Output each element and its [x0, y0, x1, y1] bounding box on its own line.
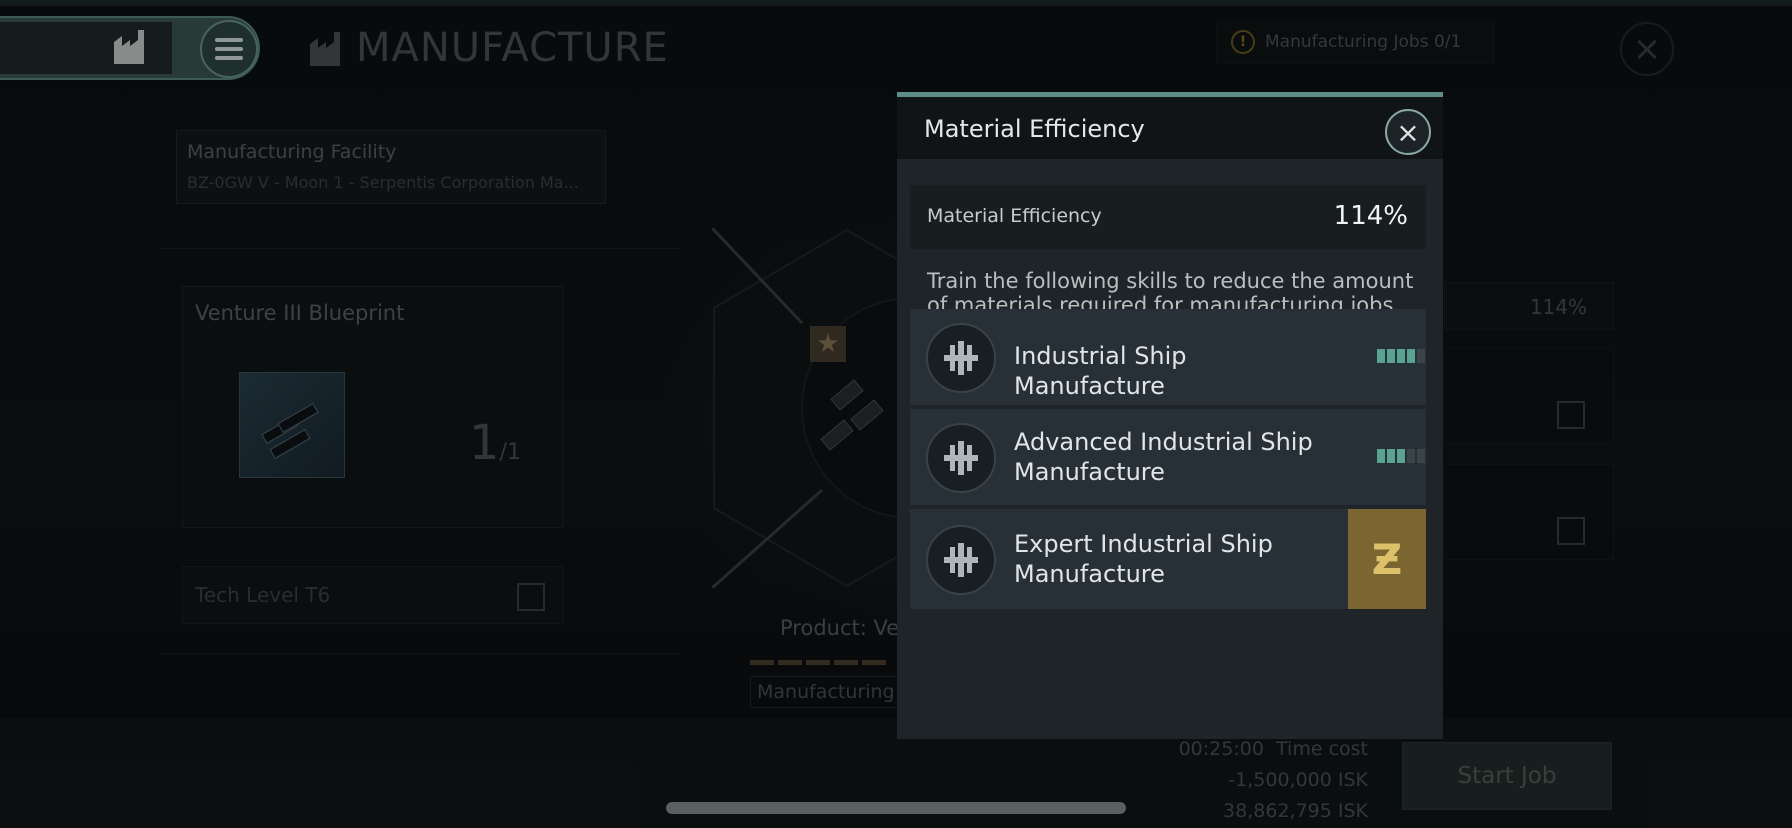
skill-level-indicator — [1377, 349, 1431, 363]
skill-row[interactable]: Advanced Industrial Ship Manufacture — [910, 409, 1426, 505]
skill-icon — [926, 525, 996, 595]
close-icon: × — [1396, 115, 1420, 149]
me-value: 114% — [1333, 201, 1408, 231]
skill-name: Expert Industrial Ship Manufacture — [1014, 530, 1273, 588]
skill-row[interactable]: Expert Industrial Ship Manufacture Ƶ — [910, 509, 1426, 609]
home-indicator[interactable] — [666, 802, 1126, 814]
omega-badge[interactable]: Ƶ — [1348, 509, 1426, 609]
skill-icon — [926, 423, 996, 493]
skill-name: Advanced Industrial Ship Manufacture — [1014, 428, 1313, 486]
modal-close-button[interactable]: × — [1385, 109, 1431, 155]
material-efficiency-row: Material Efficiency 114% — [910, 185, 1426, 249]
modal-backdrop[interactable] — [0, 0, 1792, 828]
skill-icon — [926, 323, 996, 393]
skill-row[interactable]: Industrial Ship Manufacture — [910, 309, 1426, 405]
modal-title: Material Efficiency — [924, 115, 1145, 143]
material-efficiency-modal: Material Efficiency × Material Efficienc… — [897, 92, 1443, 739]
me-label: Material Efficiency — [927, 205, 1102, 227]
skill-name: Industrial Ship Manufacture — [1014, 342, 1187, 400]
skill-level-indicator — [1377, 449, 1431, 463]
modal-header: Material Efficiency × — [897, 97, 1443, 159]
